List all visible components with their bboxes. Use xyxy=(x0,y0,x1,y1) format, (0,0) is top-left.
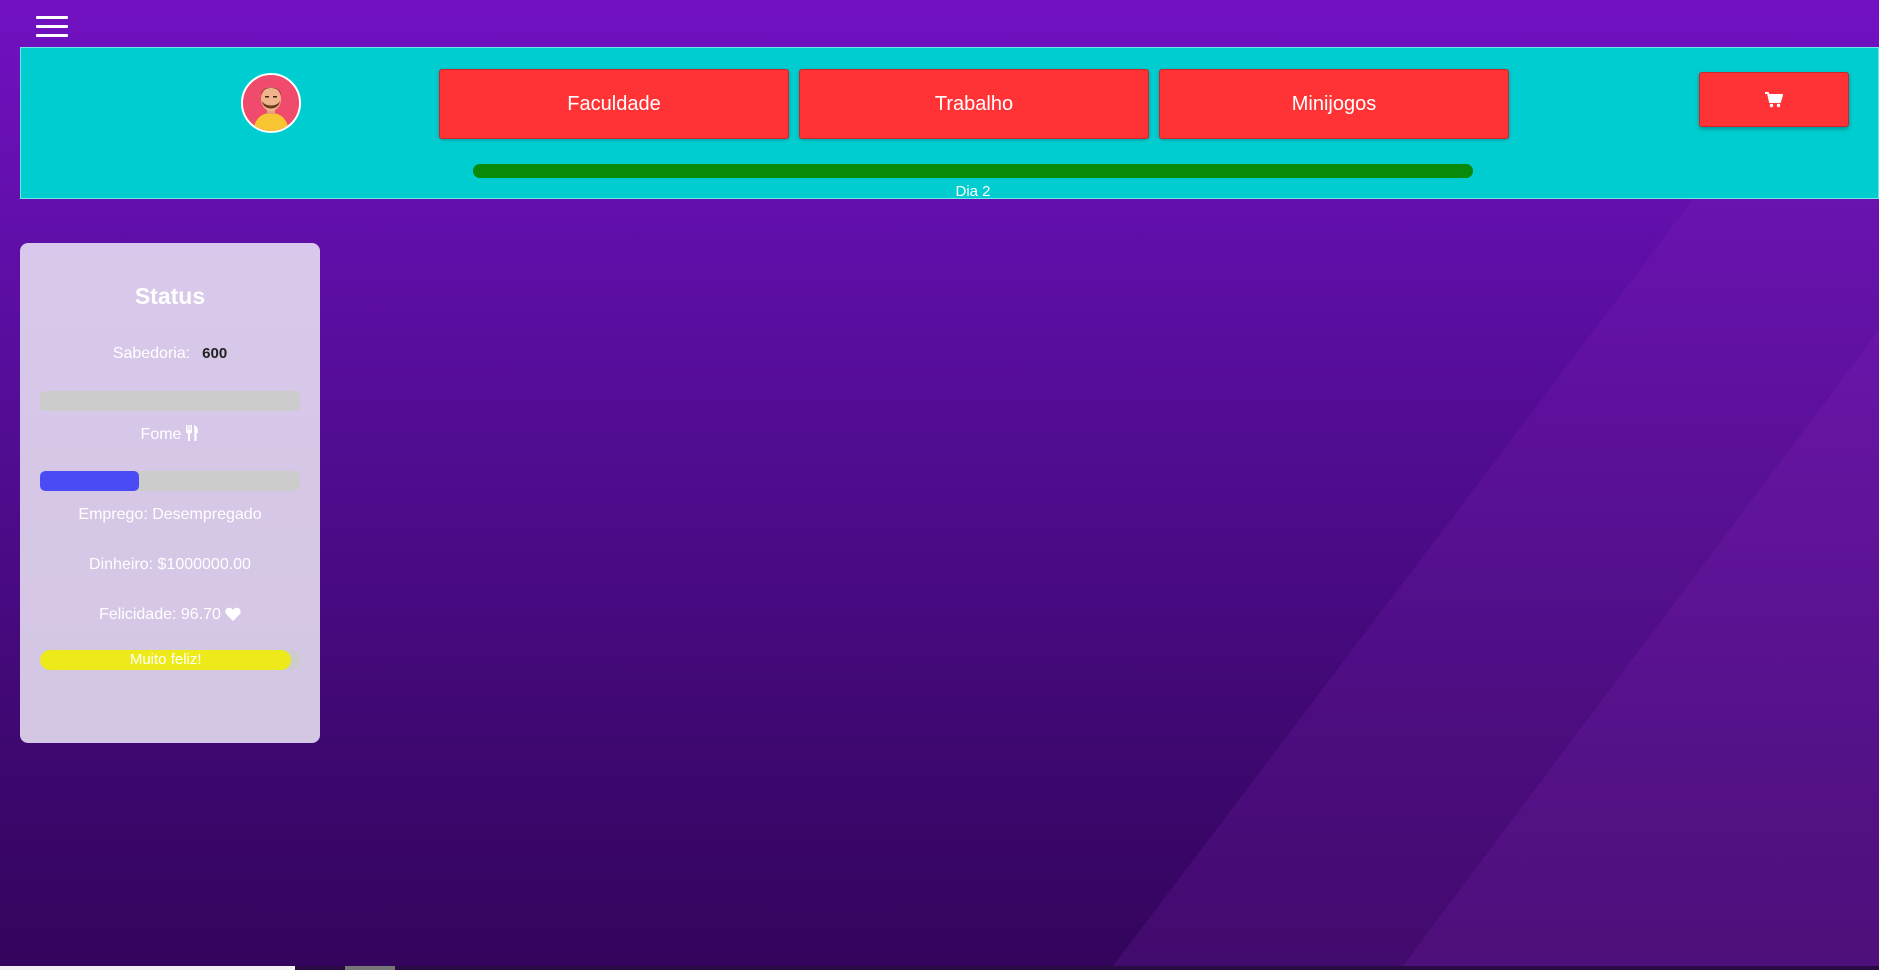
hamburger-menu-icon[interactable] xyxy=(36,16,68,40)
status-title: Status xyxy=(134,283,206,309)
felicidade-stat: Felicidade: 96.70 xyxy=(20,606,320,624)
fome-bar xyxy=(40,471,300,491)
fome-stat: Fome xyxy=(20,425,320,444)
sabedoria-stat: Sabedoria: 600 xyxy=(20,345,320,363)
horizontal-scrollbar[interactable] xyxy=(0,966,1879,970)
sabedoria-value: 600 xyxy=(202,345,228,362)
fome-label: Fome xyxy=(140,426,182,443)
faculdade-button[interactable]: Faculdade xyxy=(439,69,789,139)
day-label: Dia 2 xyxy=(955,183,991,200)
emprego-stat: Emprego: Desempregado xyxy=(78,506,262,523)
heart-icon xyxy=(225,607,241,621)
top-header-panel: Faculdade Trabalho Minijogos Dia 2 xyxy=(20,47,1879,200)
scrollbar-thumb[interactable] xyxy=(0,966,295,970)
avatar-icon xyxy=(243,75,299,131)
sabedoria-bar xyxy=(40,391,300,411)
shop-button[interactable] xyxy=(1699,72,1849,127)
sabedoria-label: Sabedoria: xyxy=(112,345,191,362)
minijogos-button[interactable]: Minijogos xyxy=(1159,69,1509,139)
felicidade-bar: Muito feliz! xyxy=(40,650,300,670)
utensils-icon xyxy=(186,425,199,441)
day-progress-bar xyxy=(473,164,1473,178)
felicidade-label: Felicidade: 96.70 xyxy=(99,606,221,623)
felicidade-bar-fill: Muito feliz! xyxy=(40,650,292,670)
trabalho-button[interactable]: Trabalho xyxy=(799,69,1149,139)
day-progress-fill xyxy=(473,164,1473,178)
shopping-cart-icon xyxy=(1765,91,1783,107)
dinheiro-stat: Dinheiro: $1000000.00 xyxy=(89,556,251,573)
fome-bar-fill xyxy=(40,471,139,491)
scrollbar-secondary-thumb[interactable] xyxy=(345,966,395,970)
status-panel: Status Sabedoria: 600 Fome Emprego: Desem… xyxy=(20,243,320,743)
player-avatar[interactable] xyxy=(241,73,301,133)
